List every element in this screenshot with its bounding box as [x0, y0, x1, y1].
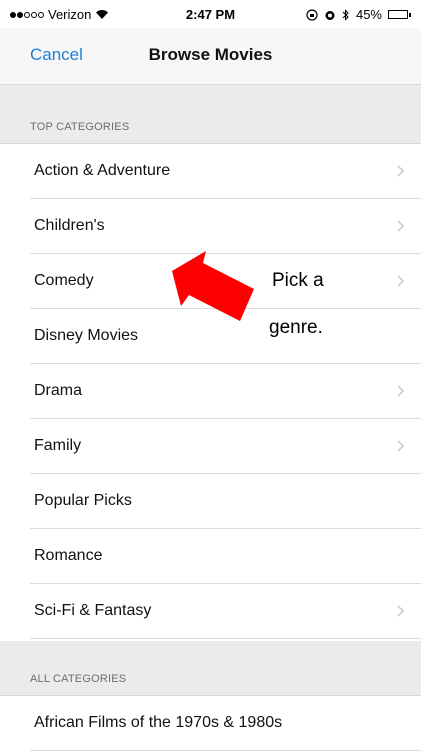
pointer-arrow-annotation	[172, 251, 254, 321]
annotation-pick-a: Pick a	[272, 270, 324, 291]
annotation-genre: genre.	[269, 317, 323, 338]
